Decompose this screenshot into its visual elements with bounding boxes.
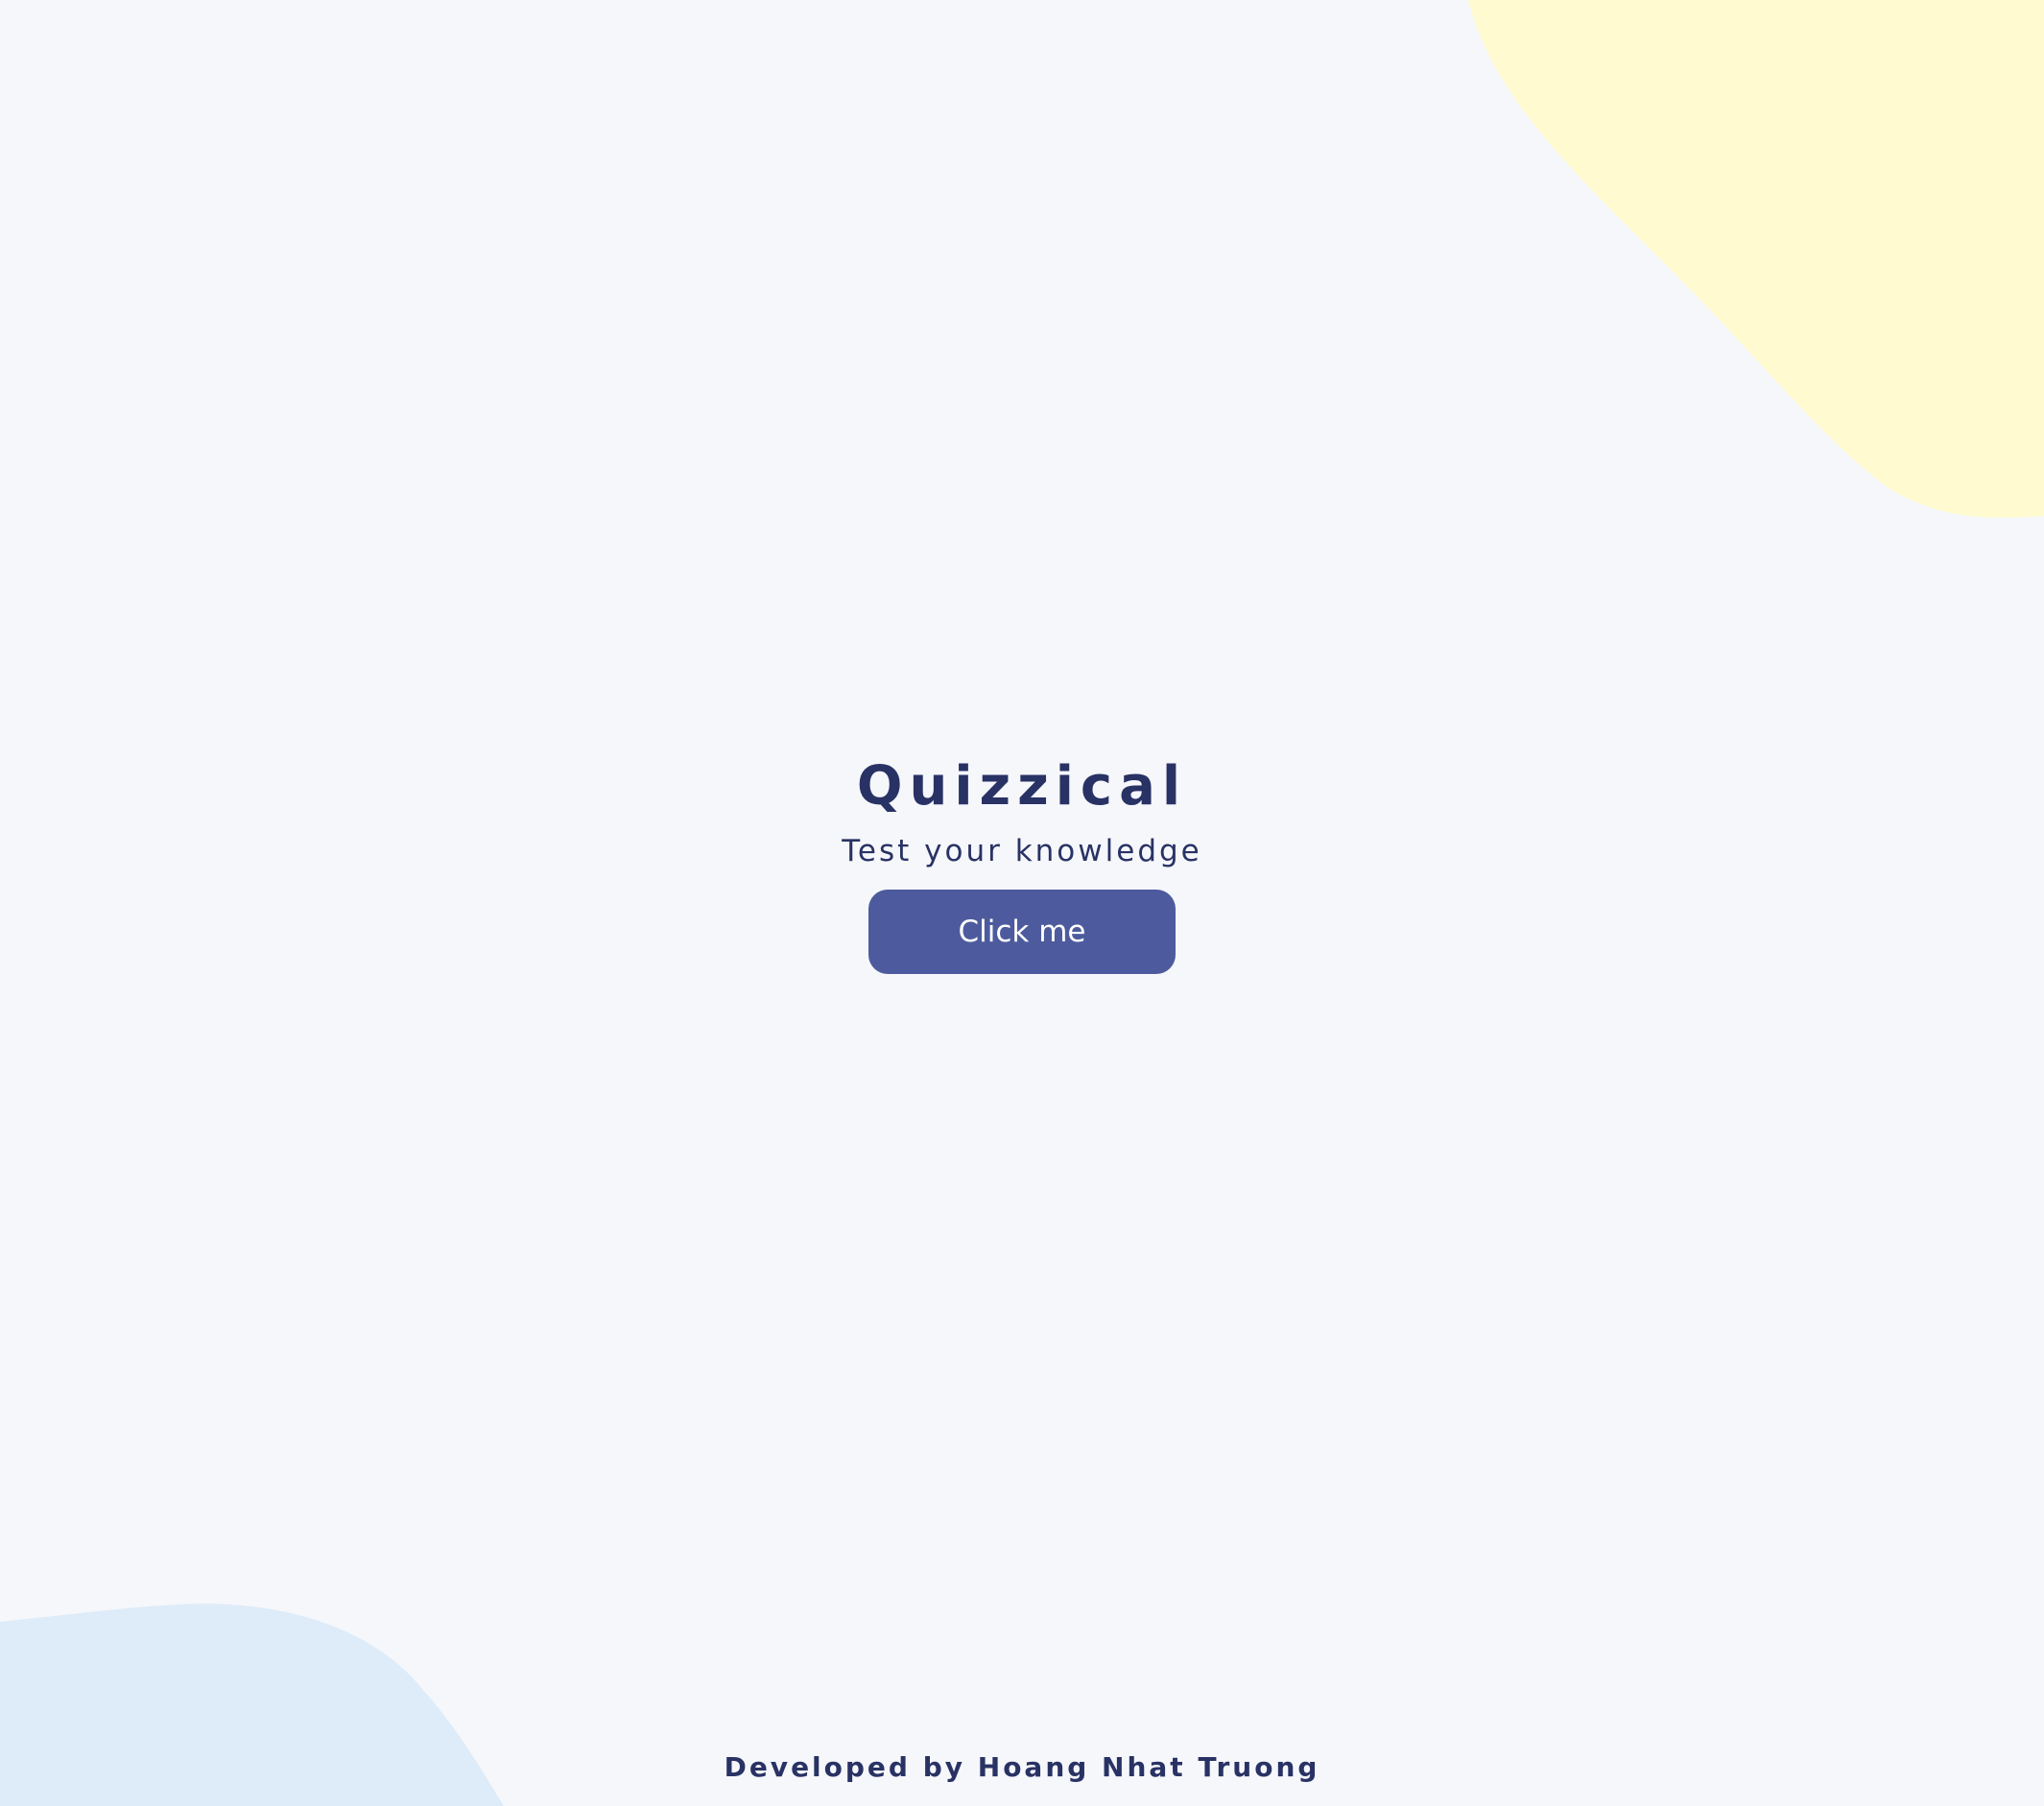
app-subtitle: Test your knowledge bbox=[842, 834, 1202, 868]
intro-screen: Quizzical Test your knowledge Click me bbox=[0, 753, 2044, 974]
app-title: Quizzical bbox=[856, 755, 1188, 818]
yellow-blob bbox=[1468, 0, 2044, 518]
start-quiz-button[interactable]: Click me bbox=[868, 890, 1176, 974]
developer-credit: Developed by Hoang Nhat Truong bbox=[724, 1751, 1320, 1783]
